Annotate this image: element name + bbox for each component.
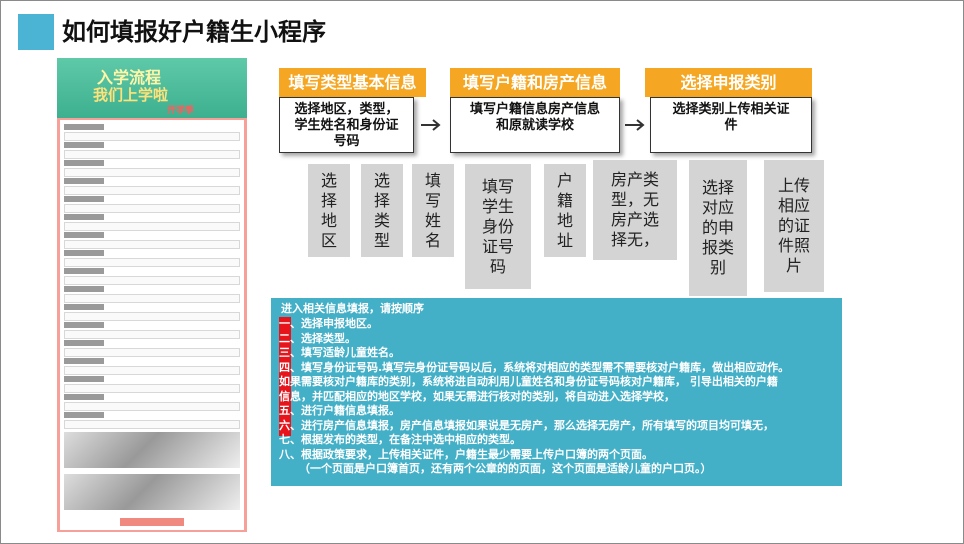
instruction-line: 信息，并匹配相应的地区学校，如果无需进行核对的类别，将自动进入选择学校， bbox=[279, 389, 675, 403]
instruction-line: 六、进行房产信息填报，房产信息填报如果说是无房产，那么选择无房产，所有填写的项目… bbox=[279, 418, 774, 432]
step2-header: 填写户籍和房产信息 bbox=[450, 68, 620, 97]
substep-box: 房产类 型，无 房产选 择无， bbox=[593, 160, 677, 260]
instruction-line: 一、选择申报地区。 bbox=[279, 317, 378, 330]
step2-box: 填写户籍信息房产信息 和原就读学校 bbox=[450, 97, 620, 153]
step1-line: 学生姓名和身份证 bbox=[294, 118, 399, 133]
instruction-line: 三、填写适龄儿童姓名。 bbox=[279, 346, 400, 359]
phone-form-field bbox=[64, 160, 240, 177]
phone-screenshot: 入学流程 我们上学啦 开学季 bbox=[57, 58, 247, 532]
substep-box: 选择 对应 的申 报类别 bbox=[689, 160, 747, 296]
substep-box: 选择类型 bbox=[361, 164, 403, 257]
phone-form-field bbox=[64, 304, 240, 321]
slide-title: 如何填报好户籍生小程序 bbox=[62, 18, 326, 46]
step1-line: 选择地区，类型， bbox=[294, 102, 399, 117]
step3-box: 选择类别上传相关证 件 bbox=[650, 97, 812, 153]
phone-form-field bbox=[64, 412, 240, 429]
phone-form-field bbox=[64, 250, 240, 267]
substep-box: 填写 学生 身份 证号码 bbox=[465, 164, 531, 289]
step3-line: 选择类别上传相关证 bbox=[672, 102, 790, 117]
phone-form-field bbox=[64, 340, 240, 357]
phone-form-field bbox=[64, 196, 240, 213]
phone-form-field bbox=[64, 322, 240, 339]
instruction-line: 七、根据发布的类型，在备注中选中相应的类型。 bbox=[279, 433, 521, 446]
step1-box: 选择地区，类型， 学生姓名和身份证 号码 bbox=[279, 97, 414, 153]
step1-line: 号码 bbox=[333, 134, 360, 149]
instruction-note: （一个页面是户口簿首页，还有两个公章的的页面，这个页面是适龄儿童的户口页。） bbox=[299, 462, 712, 475]
arrow-right-icon bbox=[421, 119, 441, 131]
substep-box: 户籍地址 bbox=[544, 164, 586, 257]
phone-form-field bbox=[64, 268, 240, 285]
substep-box: 填写姓名 bbox=[412, 164, 454, 257]
instruction-line: 二、选择类型。 bbox=[279, 331, 356, 345]
instruction-line: 如果需要核对户籍库的类别，系统将进自动利用儿童姓名和身份证号码核对户籍库， 引导… bbox=[279, 375, 778, 388]
substep-box: 选择地区 bbox=[308, 164, 350, 257]
instruction-line: 五、进行户籍信息填报。 bbox=[279, 404, 400, 417]
step3-line: 件 bbox=[724, 118, 738, 133]
phone-upload-photo bbox=[64, 474, 240, 510]
phone-form-field bbox=[64, 232, 240, 249]
phone-banner: 入学流程 我们上学啦 开学季 bbox=[57, 58, 247, 118]
phone-form-field bbox=[64, 376, 240, 393]
phone-upload-photo bbox=[64, 432, 240, 468]
phone-form-field bbox=[64, 178, 240, 195]
phone-form-field bbox=[64, 394, 240, 411]
phone-form-field bbox=[64, 124, 240, 141]
phone-submit-button bbox=[120, 518, 184, 526]
phone-banner-line3: 开学季 bbox=[167, 106, 195, 116]
phone-form bbox=[60, 120, 244, 530]
instruction-intro: 进入相关信息填报，请按顺序 bbox=[281, 302, 424, 315]
instruction-line: 八、根据政策要求，上传相关证件，户籍生最少需要上传户口簿的两个页面。 bbox=[279, 447, 653, 461]
phone-form-field bbox=[64, 286, 240, 303]
phone-form-field bbox=[64, 214, 240, 231]
step2-line: 和原就读学校 bbox=[495, 118, 574, 133]
step3-header: 选择申报类别 bbox=[645, 68, 812, 97]
phone-form-field bbox=[64, 142, 240, 159]
phone-banner-line2: 我们上学啦 bbox=[93, 86, 169, 104]
instruction-panel: 进入相关信息填报，请按顺序 一、选择申报地区。 二、选择类型。 三、填写适龄儿童… bbox=[271, 298, 842, 486]
phone-form-field bbox=[64, 358, 240, 375]
arrow-right-icon bbox=[625, 119, 645, 131]
instruction-line: 四、填写身份证号码.填写完身份证号码以后，系统将对相应的类型需不需要核对户籍库，… bbox=[279, 360, 790, 374]
title-accent-square bbox=[18, 14, 54, 50]
step2-line: 填写户籍信息房产信息 bbox=[469, 102, 600, 117]
substep-box: 上传 相应 的证 件照片 bbox=[764, 160, 824, 292]
step1-header: 填写类型基本信息 bbox=[279, 68, 426, 97]
